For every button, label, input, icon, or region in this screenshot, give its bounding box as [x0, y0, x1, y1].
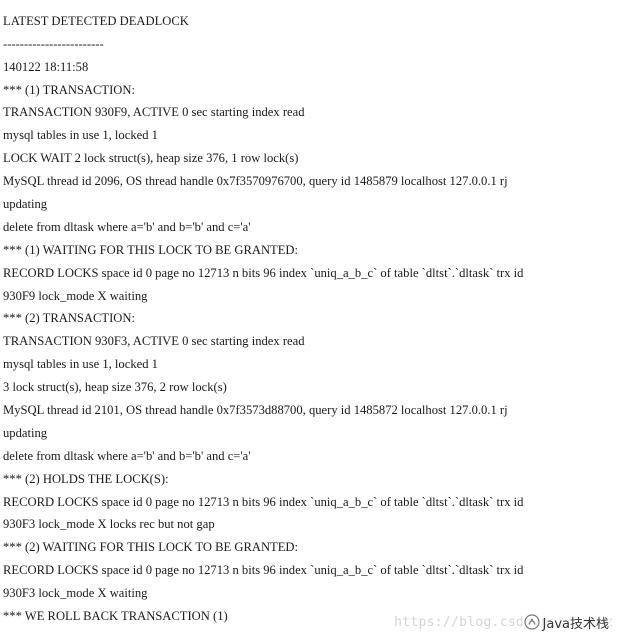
wechat-official-account-icon	[523, 614, 540, 630]
log-line: MySQL thread id 2101, OS thread handle 0…	[3, 403, 508, 418]
log-line: TRANSACTION 930F9, ACTIVE 0 sec starting…	[3, 105, 305, 120]
log-line: delete from dltask where a='b' and b='b'…	[3, 448, 251, 463]
separator-line: ------------------------	[3, 36, 104, 51]
log-line: 930F9 lock_mode X waiting	[3, 288, 148, 303]
watermark-brand-name: Java技术栈	[542, 616, 609, 632]
log-line: updating	[3, 425, 48, 440]
log-line: RECORD LOCKS space id 0 page no 12713 n …	[3, 265, 524, 280]
log-line: *** (1) TRANSACTION:	[3, 82, 136, 97]
log-line: 930F3 lock_mode X locks rec but not gap	[3, 517, 215, 532]
log-line: *** (2) TRANSACTION:	[3, 311, 136, 326]
log-line: *** (1) WAITING FOR THIS LOCK TO BE GRAN…	[3, 242, 299, 257]
log-line: 3 lock struct(s), heap size 376, 2 row l…	[3, 380, 227, 395]
deadlock-log: ------------------------ LATEST DETECTED…	[3, 0, 603, 628]
log-line: *** (2) HOLDS THE LOCK(S):	[3, 471, 169, 486]
watermark-brand: Java技术栈	[521, 612, 611, 632]
log-line: *** (2) WAITING FOR THIS LOCK TO BE GRAN…	[3, 540, 299, 555]
timestamp: 140122 18:11:58	[3, 59, 89, 74]
log-line: updating	[3, 197, 48, 212]
watermark: https://blog.csdn.net/trihz Java技术栈	[394, 608, 613, 636]
log-line: TRANSACTION 930F3, ACTIVE 0 sec starting…	[3, 334, 305, 349]
section-heading: LATEST DETECTED DEADLOCK	[3, 13, 189, 28]
log-line: delete from dltask where a='b' and b='b'…	[3, 219, 251, 234]
log-line: 930F3 lock_mode X waiting	[3, 586, 148, 601]
log-line: LOCK WAIT 2 lock struct(s), heap size 37…	[3, 151, 299, 166]
log-line: MySQL thread id 2096, OS thread handle 0…	[3, 174, 508, 189]
log-line: mysql tables in use 1, locked 1	[3, 357, 158, 372]
log-line: RECORD LOCKS space id 0 page no 12713 n …	[3, 494, 524, 509]
log-line: mysql tables in use 1, locked 1	[3, 128, 158, 143]
separator-line: ------------------------	[3, 0, 603, 10]
log-line: RECORD LOCKS space id 0 page no 12713 n …	[3, 563, 524, 578]
